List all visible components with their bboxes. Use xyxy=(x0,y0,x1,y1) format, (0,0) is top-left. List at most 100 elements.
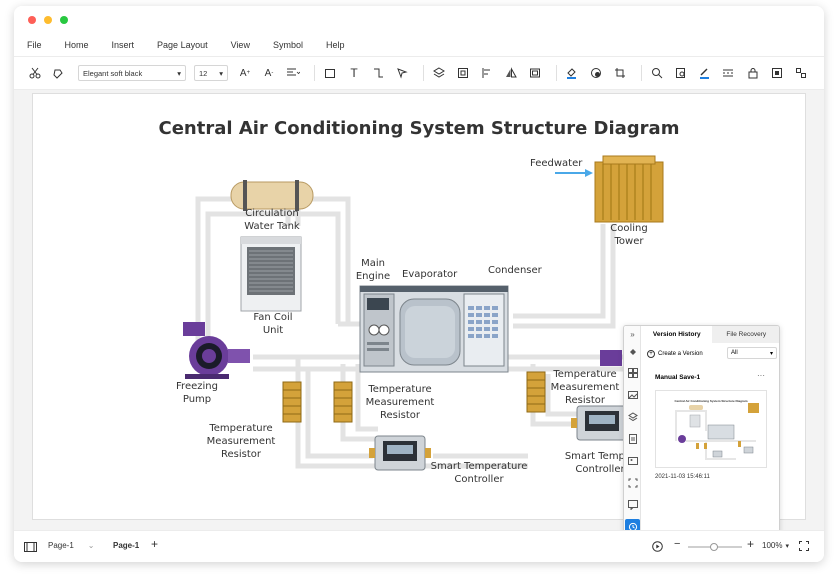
chevron-down-icon: ▾ xyxy=(785,542,789,550)
picture-icon[interactable] xyxy=(627,455,638,466)
zoom-slider[interactable] xyxy=(688,543,742,551)
feedwater-arrow xyxy=(555,169,593,177)
canvas-area: Central Air Conditioning System Structur… xyxy=(14,90,824,551)
label-fan-coil: Fan Coil Unit xyxy=(253,312,293,336)
menu-insert[interactable]: Insert xyxy=(112,40,135,50)
label-feedwater: Feedwater xyxy=(530,158,583,169)
pointer-icon[interactable] xyxy=(393,64,411,82)
decrease-font-icon[interactable]: A- xyxy=(260,64,278,82)
fullscreen-icon[interactable] xyxy=(799,541,809,553)
fit-icon[interactable] xyxy=(627,477,638,488)
menu-bar: File Home Insert Page Layout View Symbol… xyxy=(14,34,824,56)
collapse-panel-icon[interactable]: » xyxy=(627,329,638,340)
frame-icon[interactable] xyxy=(526,64,544,82)
zoom-value: 100% xyxy=(762,541,783,550)
version-more-icon[interactable]: ··· xyxy=(757,371,765,380)
label-temp-resistor-left: Temperature Measurement Resistor xyxy=(206,423,276,460)
chevron-down-icon: ▾ xyxy=(177,68,181,78)
search-icon[interactable] xyxy=(648,64,666,82)
chevron-down-icon: ⌄ xyxy=(87,541,95,550)
temp-resistor-left xyxy=(282,381,302,423)
fill-icon[interactable] xyxy=(627,346,638,357)
freezing-pump xyxy=(183,322,250,379)
zoom-level[interactable]: 100% ▾ xyxy=(762,541,789,550)
label-evaporator: Evaporator xyxy=(402,269,458,280)
page-selector[interactable]: Page-1 ⌄ xyxy=(48,541,95,550)
label-circulation-tank: Circulation Water Tank xyxy=(244,208,300,232)
connector-icon[interactable] xyxy=(369,64,387,82)
add-page-icon[interactable]: + xyxy=(151,537,158,551)
line-style-icon[interactable] xyxy=(720,64,738,82)
smart-temp-controller-right xyxy=(571,405,628,441)
rectangle-icon[interactable] xyxy=(321,64,339,82)
close-window-button[interactable] xyxy=(28,16,36,24)
minimize-window-button[interactable] xyxy=(44,16,52,24)
menu-home[interactable]: Home xyxy=(65,40,89,50)
increase-font-icon[interactable]: A + xyxy=(236,64,254,82)
page-icon[interactable] xyxy=(627,433,638,444)
menu-page-layout[interactable]: Page Layout xyxy=(157,40,208,50)
line-color-icon[interactable] xyxy=(696,64,714,82)
toolbar-divider xyxy=(423,65,424,81)
page-selector-value: Page-1 xyxy=(48,541,74,550)
shape-style-icon[interactable] xyxy=(587,64,605,82)
flip-icon[interactable] xyxy=(502,64,520,82)
format-painter-icon[interactable] xyxy=(50,64,68,82)
text-icon[interactable]: T xyxy=(345,64,363,82)
cooling-tower xyxy=(594,155,664,223)
right-pump-stub xyxy=(600,350,622,366)
font-family-value: Elegant soft black xyxy=(83,68,143,78)
version-filter-select[interactable]: All ▾ xyxy=(727,347,777,359)
zoom-in-icon[interactable]: + xyxy=(747,537,754,551)
find-replace-icon[interactable] xyxy=(672,64,690,82)
menu-file[interactable]: File xyxy=(27,40,42,50)
temp-resistor-mid xyxy=(333,381,353,423)
smart-temp-controller xyxy=(369,435,431,471)
play-icon[interactable] xyxy=(652,541,663,554)
cut-icon[interactable] xyxy=(26,64,44,82)
toolbar-divider xyxy=(556,65,557,81)
label-freezing-pump: Freezing Pump xyxy=(176,381,218,405)
font-family-select[interactable]: Elegant soft black ▾ xyxy=(78,65,186,81)
version-history-panel: » Version History File Recovery + Create… xyxy=(623,325,780,551)
more-tools-icon[interactable] xyxy=(792,64,810,82)
menu-help[interactable]: Help xyxy=(326,40,345,50)
comment-icon[interactable] xyxy=(627,499,638,510)
page-tab-active[interactable]: Page-1 xyxy=(113,541,139,550)
align-icon[interactable] xyxy=(284,64,302,82)
image-icon[interactable] xyxy=(627,389,638,400)
chevron-down-icon: ▾ xyxy=(219,68,223,78)
version-filter-value: All xyxy=(731,350,738,356)
toolbar: Elegant soft black ▾ 12 ▾ A + A- T xyxy=(14,56,824,90)
align-left-icon[interactable] xyxy=(478,64,496,82)
zoom-slider-handle[interactable] xyxy=(710,543,718,551)
zoom-out-icon[interactable]: − xyxy=(674,538,680,550)
chevron-down-icon: ▾ xyxy=(769,350,773,357)
add-icon: + xyxy=(647,350,655,358)
font-size-value: 12 xyxy=(199,68,208,78)
label-temp-resistor-mid: Temperature Measurement Resistor xyxy=(365,384,435,421)
crop-icon[interactable] xyxy=(611,64,629,82)
menu-symbol[interactable]: Symbol xyxy=(273,40,303,50)
grid-icon[interactable] xyxy=(627,367,638,378)
layers-icon[interactable] xyxy=(430,64,448,82)
tab-file-recovery[interactable]: File Recovery xyxy=(711,326,779,343)
group-icon[interactable] xyxy=(454,64,472,82)
lock-icon[interactable] xyxy=(744,64,762,82)
temp-resistor-right xyxy=(526,371,546,413)
fill-color-icon[interactable] xyxy=(563,64,581,82)
version-item[interactable]: Manual Save-1 ··· Central Air Conditioni… xyxy=(649,370,777,482)
menu-view[interactable]: View xyxy=(231,40,250,50)
page-view-icon[interactable] xyxy=(24,542,37,554)
thumbnail-graphic xyxy=(675,403,759,460)
tab-version-history[interactable]: Version History xyxy=(642,326,712,343)
side-icon-strip: » xyxy=(624,326,641,550)
fit-page-icon[interactable] xyxy=(768,64,786,82)
maximize-window-button[interactable] xyxy=(60,16,68,24)
font-size-select[interactable]: 12 ▾ xyxy=(194,65,228,81)
create-version-button[interactable]: + Create a Version xyxy=(647,350,703,358)
layers-icon[interactable] xyxy=(627,411,638,422)
title-bar xyxy=(14,6,824,34)
label-temp-resistor-right: Temperature Measurement Resistor xyxy=(550,369,620,406)
panel-tabs: Version History File Recovery xyxy=(642,326,779,343)
